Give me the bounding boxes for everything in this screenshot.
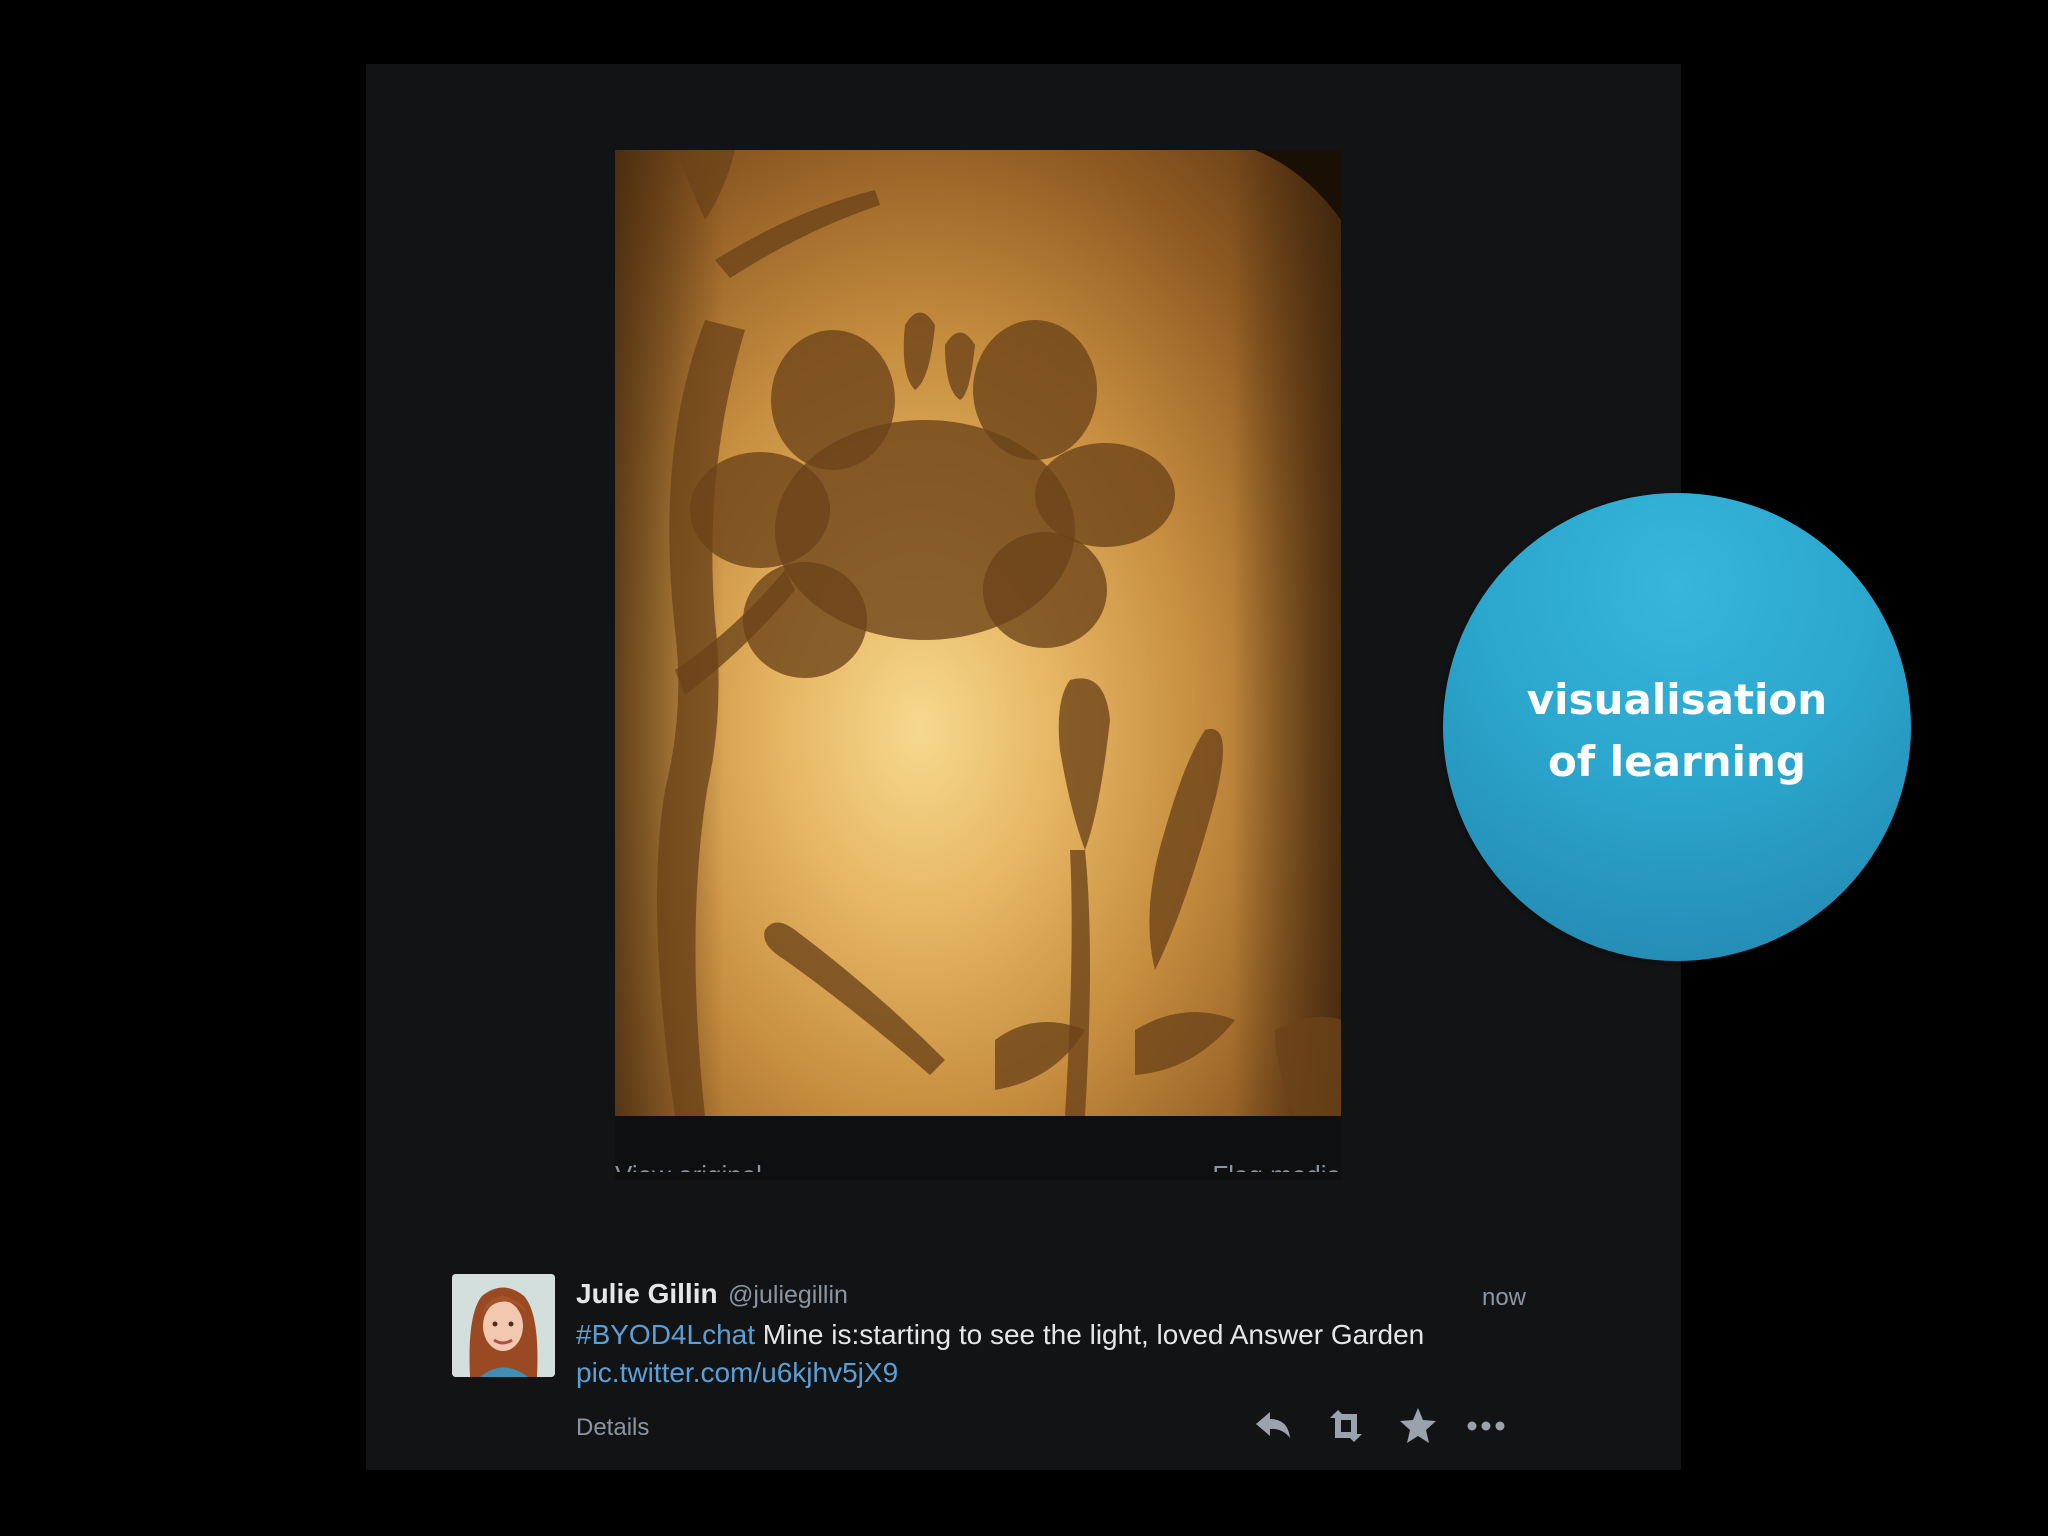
star-icon[interactable] <box>1396 1404 1440 1448</box>
tweet-text: #BYOD4Lchat Mine is:starting to see the … <box>576 1316 1536 1392</box>
view-original-link[interactable]: View original <box>615 1162 762 1172</box>
slide: View original Flag media Julie Gillin <box>0 0 2048 1536</box>
tweet-body: Mine is:starting to see the light, loved… <box>755 1319 1425 1350</box>
flag-media-link[interactable]: Flag media <box>1212 1162 1341 1172</box>
bubble-line-1: visualisation <box>1526 675 1828 724</box>
hashtag-link[interactable]: #BYOD4Lchat <box>576 1319 755 1350</box>
media-frame: View original Flag media <box>615 150 1341 1180</box>
retweet-icon[interactable] <box>1324 1404 1368 1448</box>
reply-icon[interactable] <box>1252 1404 1296 1448</box>
more-icon[interactable] <box>1464 1404 1508 1448</box>
bubble-label: visualisation of learning <box>1443 669 1911 793</box>
media-links: View original Flag media <box>615 1158 1341 1172</box>
tweet-actions <box>1252 1404 1512 1448</box>
author-username[interactable]: @juliegillin <box>728 1281 848 1309</box>
tweet: Julie Gillin @juliegillin now #BYOD4Lcha… <box>452 1274 1532 1444</box>
tweet-timestamp[interactable]: now <box>1482 1284 1526 1312</box>
tweet-header: Julie Gillin @juliegillin now <box>576 1278 1526 1314</box>
author-fullname[interactable]: Julie Gillin <box>576 1278 718 1309</box>
details-link[interactable]: Details <box>576 1414 649 1442</box>
avatar-portrait <box>452 1274 555 1377</box>
flower-silhouette <box>615 150 1341 1116</box>
bubble-line-2: of learning <box>1548 737 1806 786</box>
avatar[interactable] <box>452 1274 555 1377</box>
concept-bubble: visualisation of learning <box>1443 493 1911 961</box>
pic-link[interactable]: pic.twitter.com/u6kjhv5jX9 <box>576 1357 898 1388</box>
lampshade-photo[interactable] <box>615 150 1341 1116</box>
